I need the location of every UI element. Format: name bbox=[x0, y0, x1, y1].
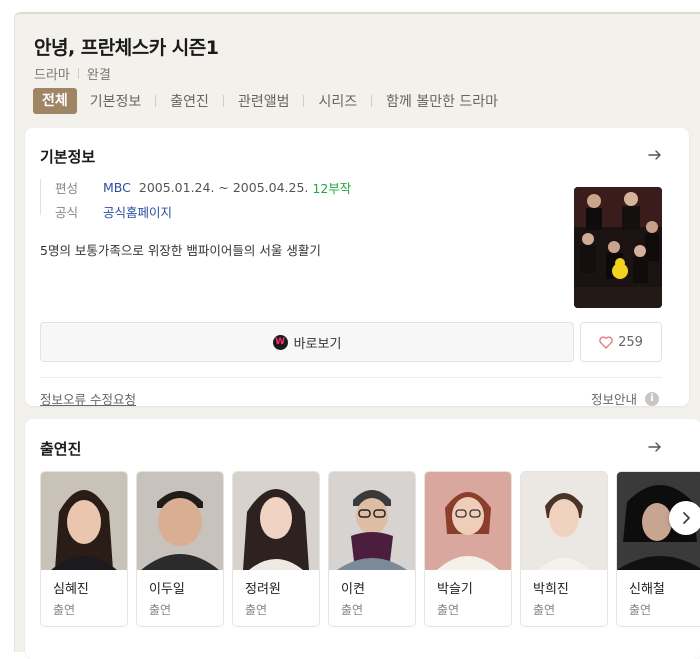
cast-list: 심혜진 출연 이두일 출연 정려원 출연 이켠 출연 박슬기 출연 박희진 출연… bbox=[40, 471, 700, 659]
episode-count[interactable]: 12부작 bbox=[312, 178, 351, 197]
schedule-row: 편성 MBC 2005.01.24. ~ 2005.04.25. 12부작 bbox=[40, 178, 351, 197]
official-homepage-link[interactable]: 공식홈페이지 bbox=[103, 202, 172, 221]
page-title: 안녕, 프란체스카 시즌1 bbox=[34, 37, 219, 59]
watch-now-button[interactable]: W 바로보기 bbox=[40, 322, 574, 362]
cast-name: 박희진 bbox=[533, 582, 569, 597]
tab-divider bbox=[303, 95, 305, 107]
info-guide-link[interactable]: 정보안내 i bbox=[591, 389, 660, 408]
arrow-right-icon[interactable] bbox=[646, 438, 664, 456]
air-dates: 2005.01.24. ~ 2005.04.25. bbox=[138, 180, 309, 195]
chevron-right-icon bbox=[680, 511, 692, 525]
info-icon: i bbox=[645, 391, 660, 406]
meta-line: 드라마 완결 bbox=[34, 64, 111, 83]
cast-member[interactable]: 박희진 출연 bbox=[520, 471, 608, 627]
cast-role: 출연 bbox=[533, 603, 556, 617]
cast-role: 출연 bbox=[53, 603, 76, 617]
tab-series[interactable]: 시리즈 bbox=[318, 91, 357, 111]
cast-title: 출연진 bbox=[40, 440, 82, 458]
next-cast-button[interactable] bbox=[669, 501, 700, 535]
poster-image[interactable] bbox=[574, 187, 662, 308]
cast-name: 이두일 bbox=[149, 582, 185, 597]
cast-photo bbox=[425, 472, 511, 570]
cast-member[interactable]: 정려원 출연 bbox=[232, 471, 320, 627]
cast-card: 출연진 심혜진 출연 이두일 출연 정려원 출연 이켠 출연 박슬기 출연 박희… bbox=[25, 419, 700, 659]
heart-icon bbox=[599, 335, 613, 349]
cast-name: 심혜진 bbox=[53, 582, 89, 597]
cast-member[interactable]: 심혜진 출연 bbox=[40, 471, 128, 627]
cast-role: 출연 bbox=[149, 603, 172, 617]
like-count: 259 bbox=[618, 334, 643, 350]
cast-name: 박슬기 bbox=[437, 582, 473, 597]
official-label: 공식 bbox=[55, 205, 79, 220]
cast-member[interactable]: 신해철 출연 bbox=[616, 471, 700, 627]
content-panel: 안녕, 프란체스카 시즌1 드라마 완결 전체 기본정보 출연진 관련앨범 시리… bbox=[14, 12, 700, 659]
cast-photo bbox=[41, 472, 127, 570]
cast-photo bbox=[329, 472, 415, 570]
cast-role: 출연 bbox=[341, 603, 364, 617]
cast-name: 신해철 bbox=[629, 582, 665, 597]
tab-divider bbox=[222, 95, 224, 107]
info-guide-label: 정보안내 bbox=[591, 392, 638, 407]
cast-role: 출연 bbox=[629, 603, 652, 617]
tab-albums[interactable]: 관련앨범 bbox=[238, 91, 290, 111]
schedule-label: 편성 bbox=[55, 181, 79, 196]
watch-now-label: 바로보기 bbox=[293, 336, 342, 352]
channel-link[interactable]: MBC bbox=[103, 180, 131, 195]
report-error-link[interactable]: 정보오류 수정요청 bbox=[40, 389, 136, 408]
basic-info-title: 기본정보 bbox=[40, 148, 96, 166]
cast-photo bbox=[233, 472, 319, 570]
cast-role: 출연 bbox=[437, 603, 460, 617]
status-label: 완결 bbox=[86, 68, 111, 83]
cast-photo bbox=[137, 472, 223, 570]
wavve-logo-icon: W bbox=[272, 334, 288, 350]
meta-divider bbox=[77, 68, 79, 79]
tab-recommended[interactable]: 함께 볼만한 드라마 bbox=[386, 91, 498, 111]
basic-info-card: 기본정보 편성 MBC 2005.01.24. ~ 2005.04.25. 12… bbox=[25, 128, 689, 408]
cast-role: 출연 bbox=[245, 603, 268, 617]
official-row: 공식 공식홈페이지 bbox=[40, 202, 172, 221]
cast-member[interactable]: 이켠 출연 bbox=[328, 471, 416, 627]
tab-all[interactable]: 전체 bbox=[33, 88, 77, 114]
arrow-right-icon[interactable] bbox=[646, 146, 664, 164]
tab-divider bbox=[155, 95, 157, 107]
cast-member[interactable]: 박슬기 출연 bbox=[424, 471, 512, 627]
tab-divider bbox=[371, 95, 373, 107]
divider bbox=[40, 377, 662, 378]
genre-label: 드라마 bbox=[34, 68, 70, 83]
cast-photo bbox=[521, 472, 607, 570]
tab-cast[interactable]: 출연진 bbox=[170, 91, 209, 111]
cast-member[interactable]: 이두일 출연 bbox=[136, 471, 224, 627]
tab-bar: 전체 기본정보 출연진 관련앨범 시리즈 함께 볼만한 드라마 bbox=[33, 88, 498, 114]
synopsis: 5명의 보통가족으로 위장한 뱀파이어들의 서울 생활기 bbox=[40, 243, 321, 258]
cast-name: 정려원 bbox=[245, 582, 281, 597]
tab-basic-info[interactable]: 기본정보 bbox=[90, 91, 142, 111]
cast-name: 이켠 bbox=[341, 582, 365, 597]
like-button[interactable]: 259 bbox=[580, 322, 662, 362]
